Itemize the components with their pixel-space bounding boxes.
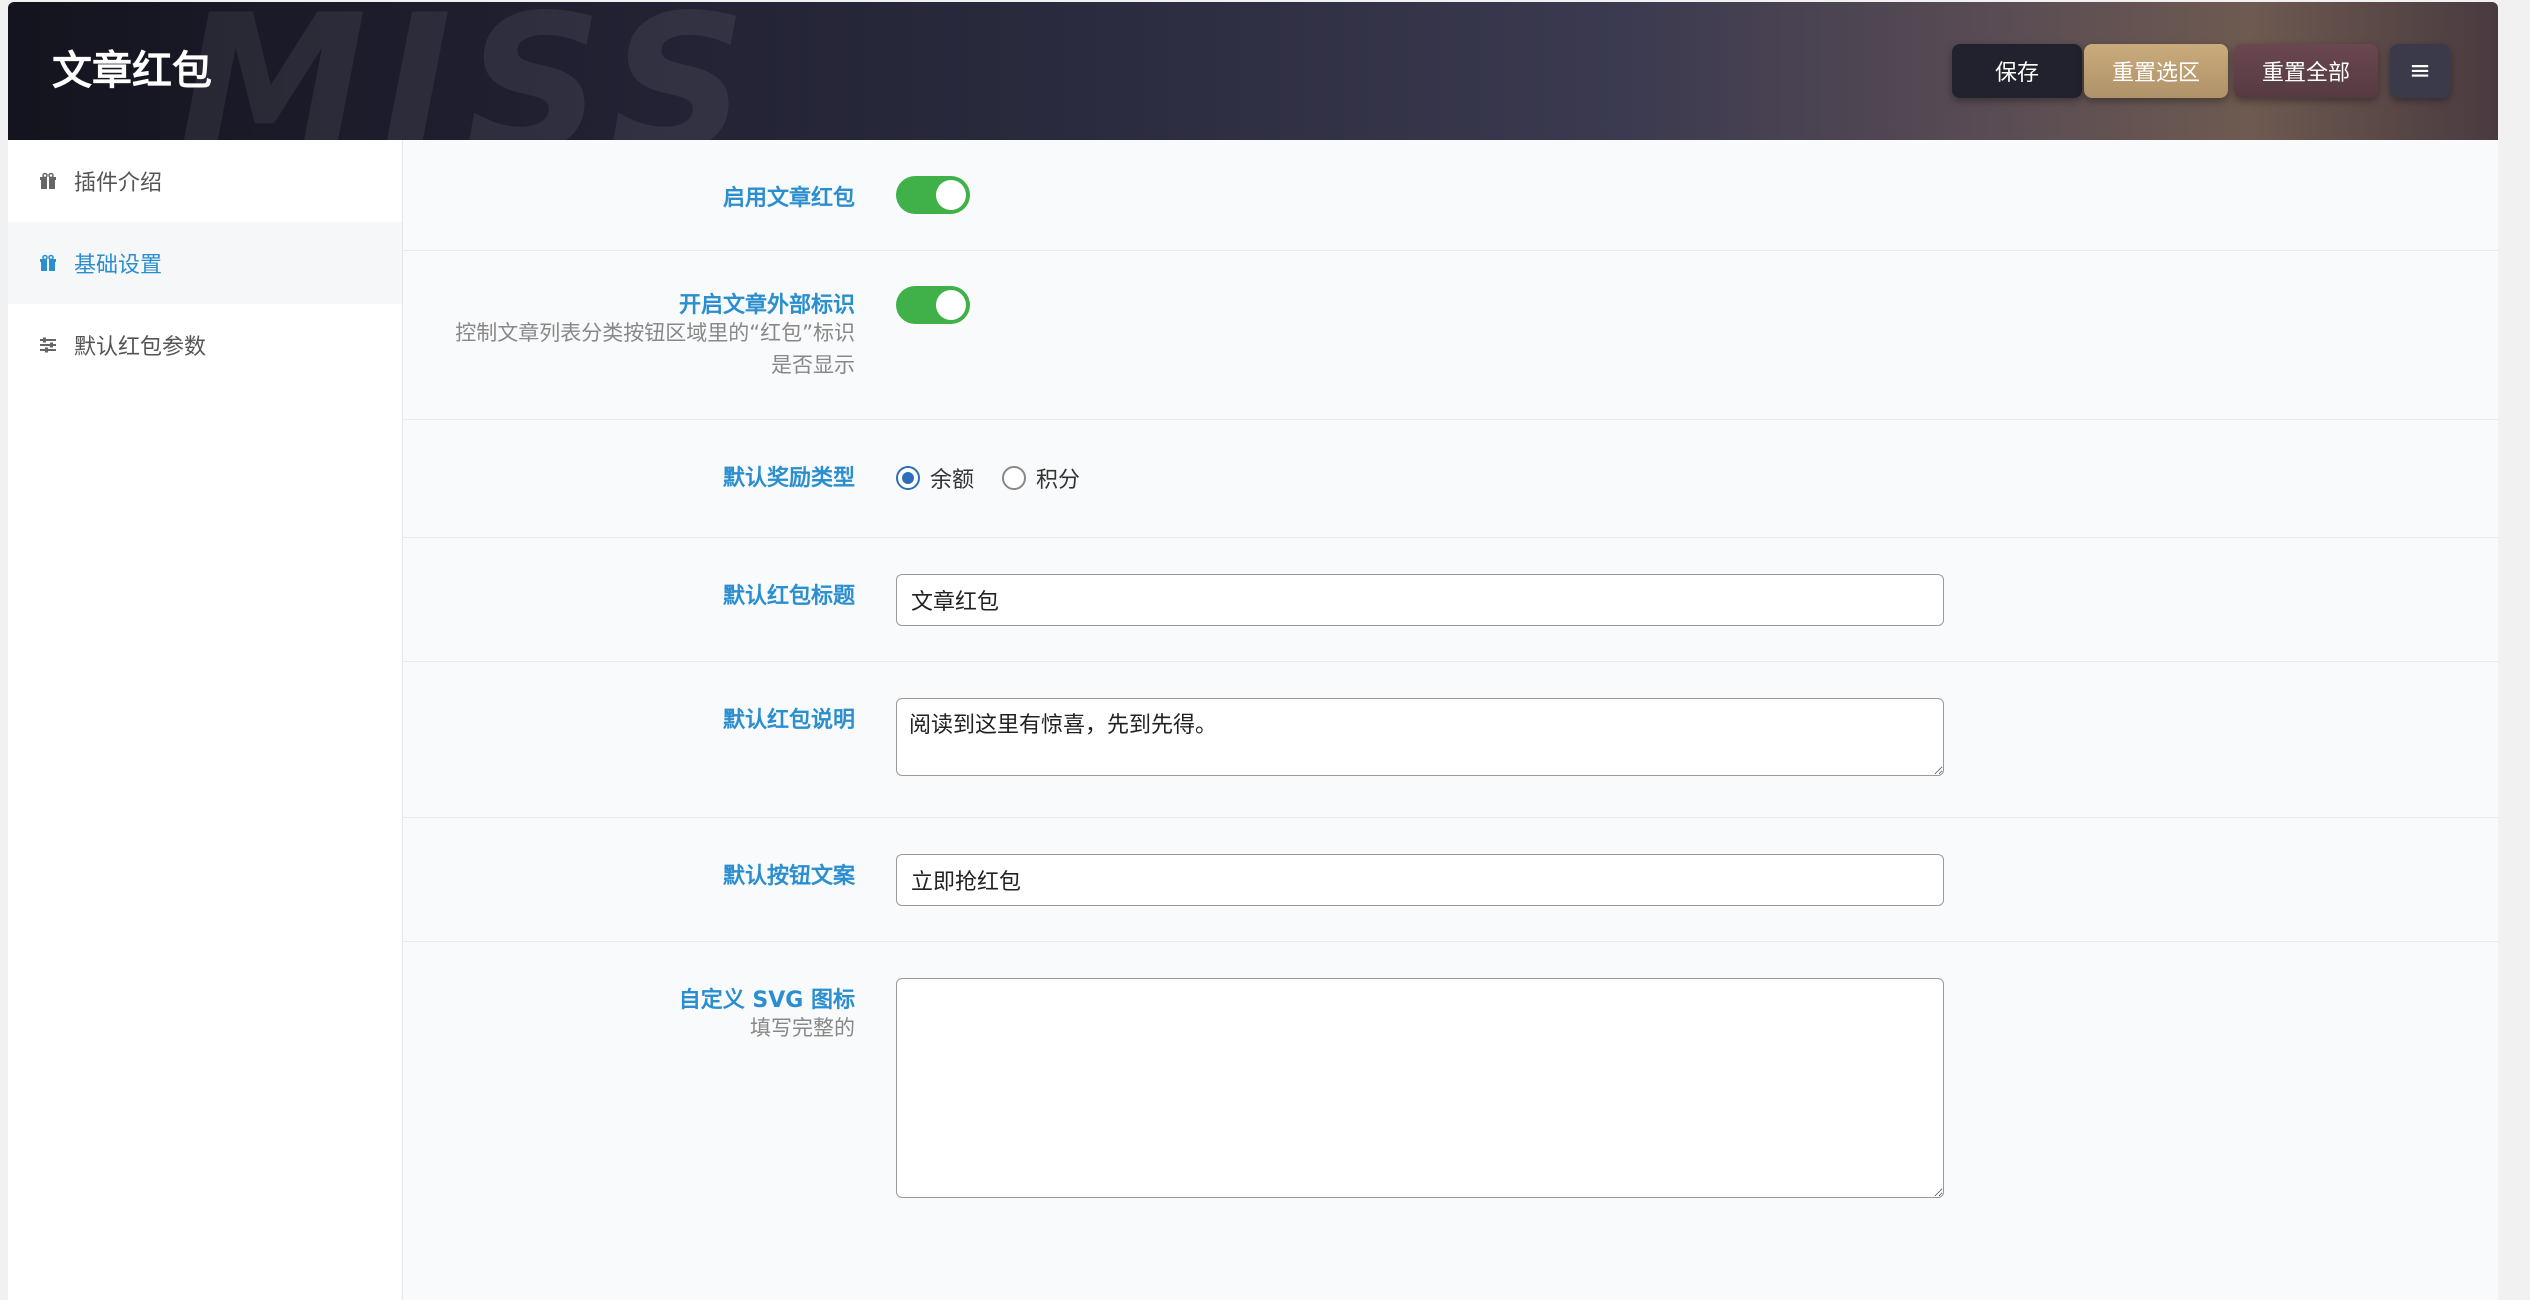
svg-icon-label: 自定义 SVG 图标 bbox=[678, 988, 855, 1013]
reset-section-button[interactable]: 重置选区 bbox=[2084, 44, 2228, 98]
reset-all-button[interactable]: 重置全部 bbox=[2234, 44, 2378, 98]
gift-icon bbox=[36, 172, 60, 190]
title-label: 默认红包标题 bbox=[722, 584, 855, 609]
enable-label: 启用文章红包 bbox=[722, 186, 855, 211]
reward-type-label: 默认奖励类型 bbox=[722, 466, 855, 491]
row-reward-type: 默认奖励类型 余额 积分 bbox=[403, 420, 2498, 538]
page-title: 文章红包 bbox=[52, 48, 212, 94]
row-enable: 启用文章红包 bbox=[403, 140, 2498, 251]
button-text-label: 默认按钮文案 bbox=[722, 864, 855, 889]
sidebar-item-label: 默认红包参数 bbox=[74, 335, 207, 360]
radio-points[interactable] bbox=[1002, 466, 1027, 490]
header-bar: MISS 文章红包 保存 重置选区 重置全部 ≡ bbox=[8, 2, 2498, 195]
sidebar-item-label: 基础设置 bbox=[74, 253, 163, 278]
enable-toggle[interactable] bbox=[896, 176, 970, 214]
row-description: 默认红包说明 阅读到这里有惊喜，先到先得。 bbox=[403, 662, 2498, 818]
description-textarea[interactable]: 阅读到这里有惊喜，先到先得。 bbox=[896, 698, 1944, 776]
toggle-knob bbox=[936, 290, 966, 320]
sidebar: 插件介绍 基础设置 默认红包参数 bbox=[8, 140, 403, 1300]
external-mark-toggle[interactable] bbox=[896, 286, 970, 324]
sidebar-item-default-params[interactable]: 默认红包参数 bbox=[8, 304, 402, 386]
sidebar-item-plugin-intro[interactable]: 插件介绍 bbox=[8, 140, 402, 222]
row-external-mark: 开启文章外部标识 控制文章列表分类按钮区域里的“红包”标识是否显示 bbox=[403, 251, 2498, 420]
sidebar-item-basic-settings[interactable]: 基础设置 bbox=[8, 222, 402, 304]
save-button[interactable]: 保存 bbox=[1952, 44, 2082, 98]
hamburger-icon: ≡ bbox=[2409, 56, 2431, 86]
title-input[interactable] bbox=[896, 574, 1944, 626]
settings-content: 启用文章红包 开启文章外部标识 控制文章列表分类按钮区域里的“红包”标识是否显示… bbox=[403, 140, 2498, 1300]
radio-points-label: 积分 bbox=[1036, 468, 1081, 493]
description-label: 默认红包说明 bbox=[722, 708, 855, 733]
external-mark-label: 开启文章外部标识 bbox=[678, 293, 855, 318]
sidebar-item-label: 插件介绍 bbox=[74, 171, 163, 196]
row-title: 默认红包标题 bbox=[403, 538, 2498, 662]
row-button-text: 默认按钮文案 bbox=[403, 818, 2498, 942]
toggle-knob bbox=[936, 180, 966, 210]
svg-icon-textarea[interactable] bbox=[896, 978, 1944, 1198]
button-text-input[interactable] bbox=[896, 854, 1944, 906]
external-mark-desc: 控制文章列表分类按钮区域里的“红包”标识是否显示 bbox=[455, 321, 855, 377]
radio-balance-label: 余额 bbox=[930, 468, 975, 493]
radio-balance[interactable] bbox=[896, 466, 920, 490]
row-svg-icon: 自定义 SVG 图标 填写完整的 bbox=[403, 942, 2498, 1300]
settings-panel: MISS 文章红包 保存 重置选区 重置全部 ≡ 插件介绍 基础设置 默认红包参… bbox=[8, 2, 2498, 1300]
sliders-icon bbox=[36, 336, 60, 354]
menu-button[interactable]: ≡ bbox=[2390, 44, 2450, 98]
gift-icon bbox=[36, 254, 60, 272]
reward-type-radio-group: 余额 积分 bbox=[896, 462, 1108, 494]
svg-icon-desc: 填写完整的 bbox=[750, 1016, 855, 1040]
